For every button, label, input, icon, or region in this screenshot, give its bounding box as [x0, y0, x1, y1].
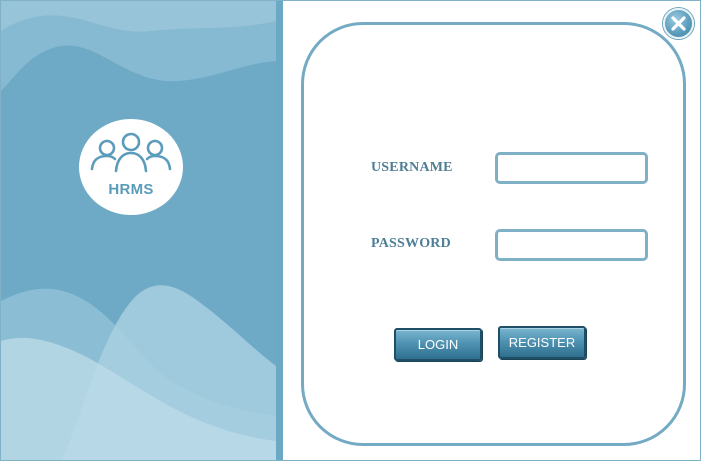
- password-label: PASSWORD: [371, 236, 451, 251]
- username-label: USERNAME: [371, 160, 453, 175]
- username-input[interactable]: [495, 152, 648, 184]
- close-icon: [671, 16, 686, 31]
- hrms-logo: HRMS: [79, 119, 183, 215]
- login-button[interactable]: LOGIN: [394, 328, 482, 361]
- logo-text: HRMS: [108, 181, 154, 198]
- panel-divider: [276, 1, 283, 460]
- password-input[interactable]: [495, 229, 648, 261]
- people-group-icon: [90, 132, 172, 173]
- register-button[interactable]: REGISTER: [498, 326, 586, 359]
- decorative-waves: [1, 1, 276, 460]
- close-button[interactable]: [663, 8, 694, 39]
- side-panel: HRMS: [1, 1, 276, 460]
- login-window: HRMS USERNAME PASSWORD LOGIN REGISTER: [0, 0, 701, 461]
